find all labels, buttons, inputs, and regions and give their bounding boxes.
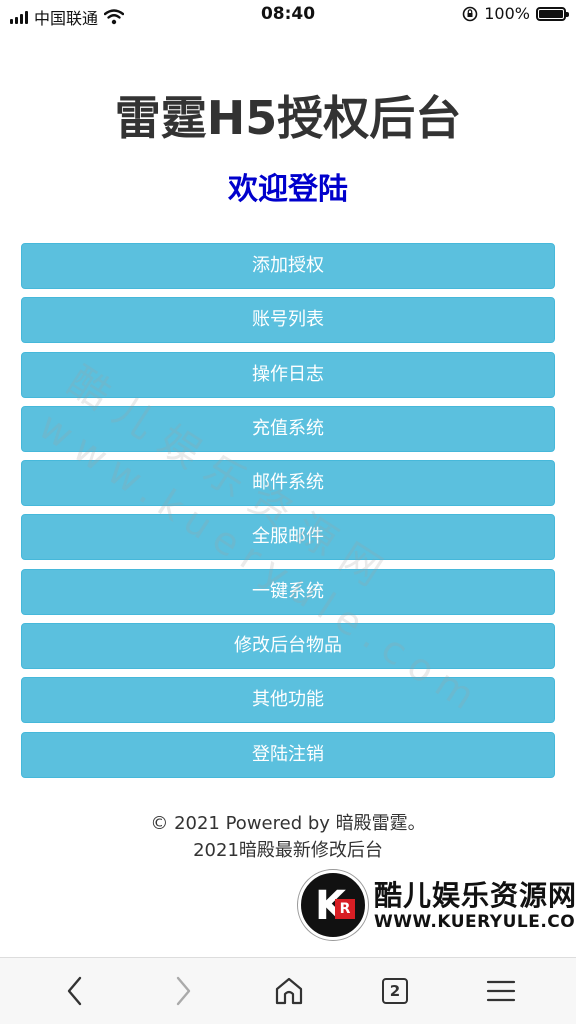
logo-text-en: WWW.KUERYULE.COM bbox=[374, 912, 576, 932]
tabs-button[interactable]: 2 bbox=[370, 968, 420, 1014]
site-logo: K R 酷儿娱乐资源网 WWW.KUERYULE.COM bbox=[298, 870, 576, 942]
welcome-subtitle: 欢迎登陆 bbox=[228, 172, 348, 207]
menu-button-logout[interactable]: 登陆注销 bbox=[21, 731, 555, 778]
status-right: 100% bbox=[462, 4, 569, 23]
menu-button-mail-system[interactable]: 邮件系统 bbox=[21, 460, 555, 507]
logo-text-cn: 酷儿娱乐资源网 bbox=[374, 879, 576, 912]
logo-emblem: K R bbox=[298, 870, 368, 940]
footer-copyright: © 2021 Powered by 暗殿雷霆。 bbox=[150, 813, 426, 834]
menu-button-one-key-system[interactable]: 一键系统 bbox=[21, 568, 555, 615]
tabs-icon: 2 bbox=[382, 978, 408, 1004]
menu-button-edit-items[interactable]: 修改后台物品 bbox=[21, 623, 555, 670]
page-title: 雷霆H5授权后台 bbox=[114, 91, 462, 145]
menu-button-add-authorization[interactable]: 添加授权 bbox=[21, 243, 555, 289]
battery-icon bbox=[536, 6, 569, 21]
menu-button[interactable] bbox=[476, 968, 526, 1014]
home-button[interactable] bbox=[264, 968, 314, 1014]
chevron-right-icon bbox=[176, 976, 191, 1006]
menu-button-recharge-system[interactable]: 充值系统 bbox=[21, 405, 555, 452]
browser-toolbar: 2 bbox=[0, 957, 576, 1024]
menu-list: 添加授权 账号列表 操作日志 充值系统 邮件系统 全服邮件 一键系统 修改后台物… bbox=[21, 243, 555, 786]
footer: © 2021 Powered by 暗殿雷霆。 2021暗殿最新修改后台 bbox=[0, 810, 576, 864]
menu-button-other-functions[interactable]: 其他功能 bbox=[21, 677, 555, 724]
battery-percent: 100% bbox=[484, 4, 530, 23]
forward-button[interactable] bbox=[158, 968, 208, 1014]
orientation-lock-icon bbox=[462, 6, 478, 21]
battery-level bbox=[539, 9, 563, 18]
menu-button-operation-log[interactable]: 操作日志 bbox=[21, 351, 555, 398]
chevron-left-icon bbox=[67, 976, 82, 1006]
status-bar: 中国联通 08:40 100% bbox=[0, 0, 576, 30]
footer-note: 2021暗殿最新修改后台 bbox=[193, 840, 383, 861]
menu-button-server-mail[interactable]: 全服邮件 bbox=[21, 514, 555, 561]
menu-button-account-list[interactable]: 账号列表 bbox=[21, 297, 555, 344]
back-button[interactable] bbox=[50, 968, 100, 1014]
hamburger-menu-icon bbox=[486, 980, 516, 1002]
tab-count: 2 bbox=[389, 982, 401, 1000]
home-icon bbox=[275, 977, 303, 1005]
